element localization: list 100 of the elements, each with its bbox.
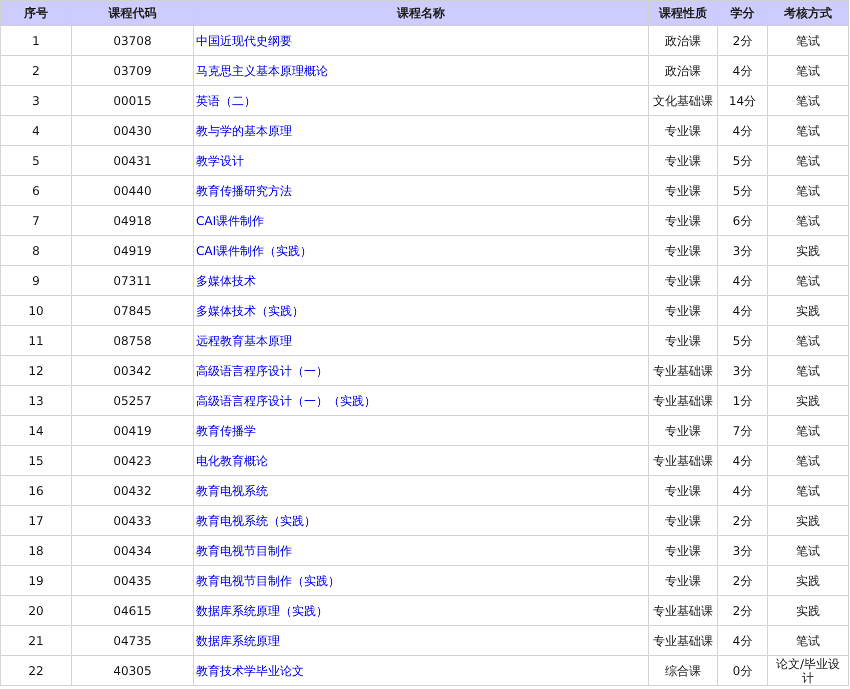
- course-link[interactable]: 教育技术学毕业论文: [196, 664, 304, 678]
- table-cell: 00419: [72, 416, 194, 446]
- course-link[interactable]: 教育电视系统（实践）: [196, 514, 316, 528]
- table-cell: 笔试: [768, 356, 848, 386]
- course-link[interactable]: 教学设计: [196, 154, 244, 168]
- table-cell: 专业课: [648, 536, 718, 566]
- table-cell: 专业课: [648, 236, 718, 266]
- course-link[interactable]: 英语（二）: [196, 94, 256, 108]
- table-cell: 专业基础课: [648, 626, 718, 656]
- table-cell: 11: [0, 326, 72, 356]
- table-cell: 2分: [718, 596, 768, 626]
- table-cell: 9: [0, 266, 72, 296]
- table-cell: 专业基础课: [648, 596, 718, 626]
- table-cell: 专业课: [648, 176, 718, 206]
- table-cell: 04918: [72, 206, 194, 236]
- column-header: 课程名称: [194, 0, 648, 26]
- table-cell: 笔试: [768, 626, 848, 656]
- course-link[interactable]: 数据库系统原理: [196, 634, 280, 648]
- course-link[interactable]: 高级语言程序设计（一）: [196, 364, 328, 378]
- table-cell: 20: [0, 596, 72, 626]
- table-cell: 政治课: [648, 56, 718, 86]
- table-cell: 03709: [72, 56, 194, 86]
- course-link[interactable]: 教育电视节目制作（实践）: [196, 574, 340, 588]
- table-cell: 笔试: [768, 116, 848, 146]
- table-cell: 18: [0, 536, 72, 566]
- table-cell: 笔试: [768, 146, 848, 176]
- table-cell: 14分: [718, 86, 768, 116]
- column-header: 课程代码: [72, 0, 194, 26]
- table-cell: 08758: [72, 326, 194, 356]
- course-link[interactable]: 教育电视系统: [196, 484, 268, 498]
- course-link[interactable]: 马克思主义基本原理概论: [196, 64, 328, 78]
- course-link[interactable]: 教育传播研究方法: [196, 184, 292, 198]
- table-cell: 笔试: [768, 176, 848, 206]
- course-link[interactable]: 远程教育基本原理: [196, 334, 292, 348]
- table-cell: 3分: [718, 236, 768, 266]
- table-cell: 07311: [72, 266, 194, 296]
- table-cell: 专业课: [648, 116, 718, 146]
- table-cell: 14: [0, 416, 72, 446]
- course-link[interactable]: 高级语言程序设计（一）（实践）: [196, 394, 376, 408]
- table-cell: 专业课: [648, 146, 718, 176]
- table-cell: 5分: [718, 146, 768, 176]
- table-cell: 3: [0, 86, 72, 116]
- table-cell: 13: [0, 386, 72, 416]
- table-cell: 00433: [72, 506, 194, 536]
- table-cell: 笔试: [768, 26, 848, 56]
- course-link[interactable]: CAI课件制作（实践）: [196, 244, 312, 258]
- table-cell: 10: [0, 296, 72, 326]
- table-cell: 专业基础课: [648, 386, 718, 416]
- table-cell: 00430: [72, 116, 194, 146]
- table-cell: 2分: [718, 26, 768, 56]
- course-link[interactable]: 教育电视节目制作: [196, 544, 292, 558]
- table-cell: 7分: [718, 416, 768, 446]
- table-cell: 0分: [718, 656, 768, 686]
- table-cell: 笔试: [768, 446, 848, 476]
- table-cell: 实践: [768, 506, 848, 536]
- table-cell: 政治课: [648, 26, 718, 56]
- course-link[interactable]: 数据库系统原理（实践）: [196, 604, 328, 618]
- table-cell: 专业课: [648, 506, 718, 536]
- table-cell: 00015: [72, 86, 194, 116]
- course-link[interactable]: 教与学的基本原理: [196, 124, 292, 138]
- table-cell: 6分: [718, 206, 768, 236]
- table-cell: 专业课: [648, 326, 718, 356]
- table-cell: 12: [0, 356, 72, 386]
- table-cell: 00440: [72, 176, 194, 206]
- table-cell: 笔试: [768, 476, 848, 506]
- table-cell: 00434: [72, 536, 194, 566]
- course-link[interactable]: 电化教育概论: [196, 454, 268, 468]
- table-cell: 2分: [718, 566, 768, 596]
- course-link[interactable]: 中国近现代史纲要: [196, 34, 292, 48]
- table-cell: 专业课: [648, 296, 718, 326]
- table-cell: 4: [0, 116, 72, 146]
- table-cell: 实践: [768, 386, 848, 416]
- table-cell: 04615: [72, 596, 194, 626]
- column-header: 学分: [718, 0, 768, 26]
- course-link[interactable]: 多媒体技术（实践）: [196, 304, 304, 318]
- table-cell: 综合课: [648, 656, 718, 686]
- table-cell: 论文/毕业设计: [768, 656, 848, 686]
- table-cell: 专业基础课: [648, 356, 718, 386]
- table-cell: 4分: [718, 446, 768, 476]
- table-cell: 5分: [718, 176, 768, 206]
- table-cell: 15: [0, 446, 72, 476]
- table-cell: 1分: [718, 386, 768, 416]
- table-cell: 实践: [768, 566, 848, 596]
- table-cell: 8: [0, 236, 72, 266]
- table-cell: 专业基础课: [648, 446, 718, 476]
- table-cell: 00435: [72, 566, 194, 596]
- table-cell: 2: [0, 56, 72, 86]
- table-cell: 4分: [718, 296, 768, 326]
- table-cell: 21: [0, 626, 72, 656]
- table-cell: 22: [0, 656, 72, 686]
- course-link[interactable]: 教育传播学: [196, 424, 256, 438]
- course-link[interactable]: CAI课件制作: [196, 214, 264, 228]
- table-cell: 4分: [718, 266, 768, 296]
- course-link[interactable]: 多媒体技术: [196, 274, 256, 288]
- table-cell: 4分: [718, 116, 768, 146]
- table-cell: 3分: [718, 536, 768, 566]
- table-cell: 00432: [72, 476, 194, 506]
- table-cell: 专业课: [648, 206, 718, 236]
- column-header: 课程性质: [648, 0, 718, 26]
- table-cell: 1: [0, 26, 72, 56]
